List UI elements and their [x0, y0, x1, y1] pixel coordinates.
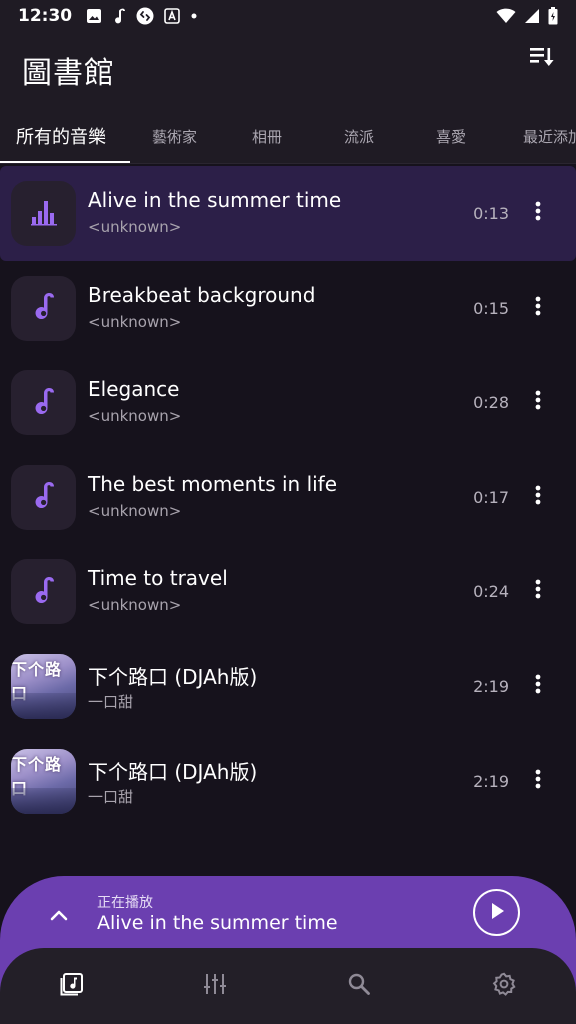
sort-icon: [529, 46, 555, 72]
song-duration: 2:19: [473, 676, 509, 696]
song-artist: 一口甜: [88, 787, 134, 806]
more-vert-icon: [535, 296, 541, 320]
tab-all-music[interactable]: 所有的音樂: [16, 108, 106, 163]
app-bar: 圖書館: [0, 32, 576, 108]
song-title: The best moments in life: [88, 471, 338, 496]
nav-settings[interactable]: [490, 972, 518, 1000]
music-note-icon: [30, 385, 58, 421]
more-options-button[interactable]: [526, 671, 550, 701]
sort-button[interactable]: [526, 44, 558, 74]
song-duration: 0:15: [473, 298, 509, 318]
more-vert-icon: [535, 769, 541, 793]
tab-bar: 所有的音樂 藝術家 相冊 流派 喜愛 最近添加: [0, 108, 576, 164]
shazam-icon: [136, 7, 154, 25]
song-title: Elegance: [88, 377, 180, 402]
library-music-icon: [60, 972, 84, 1000]
music-note-icon: [30, 574, 58, 610]
song-title: Breakbeat background: [88, 282, 316, 307]
tab-favorites[interactable]: 喜愛: [436, 108, 466, 163]
song-row[interactable]: Alive in the summer time <unknown> 0:13: [0, 166, 576, 261]
song-list: Alive in the summer time <unknown> 0:13 …: [0, 166, 576, 828]
dot-icon: [190, 12, 198, 20]
album-art-scene: [11, 787, 76, 814]
more-vert-icon: [535, 390, 541, 414]
song-row[interactable]: Elegance <unknown> 0:28: [0, 355, 576, 450]
song-artist: <unknown>: [88, 218, 182, 236]
more-options-button[interactable]: [526, 198, 550, 228]
tab-indicator: [0, 161, 130, 163]
music-note-icon: [30, 479, 58, 515]
nav-equalizer[interactable]: [201, 972, 229, 1000]
song-thumbnail: [11, 559, 76, 625]
more-options-button[interactable]: [526, 293, 550, 323]
search-icon: [347, 972, 371, 1000]
signal-icon: [524, 8, 540, 24]
status-bar: 12:30: [0, 0, 576, 32]
chevron-up-icon: [50, 906, 68, 925]
song-artist: <unknown>: [88, 596, 182, 615]
song-duration: 0:28: [473, 393, 509, 413]
more-options-button[interactable]: [526, 387, 550, 417]
song-thumbnail: [11, 370, 76, 436]
battery-icon: [548, 7, 558, 25]
song-artist: <unknown>: [88, 407, 182, 426]
system-icons: [496, 7, 558, 25]
tab-genres[interactable]: 流派: [344, 108, 374, 163]
song-row[interactable]: 下个路口 下个路口 (DJAh版) 一口甜 2:19: [0, 639, 576, 734]
song-artist: <unknown>: [88, 312, 182, 331]
tab-artists[interactable]: 藝術家: [152, 108, 197, 163]
more-vert-icon: [535, 579, 541, 603]
album-art-scene: [11, 692, 76, 719]
song-duration: 0:24: [473, 582, 509, 602]
page-title: 圖書館: [22, 56, 115, 91]
song-row[interactable]: 下个路口 下个路口 (DJAh版) 一口甜 2:19: [0, 734, 576, 829]
play-icon: [489, 902, 505, 924]
song-thumbnail: [11, 181, 76, 246]
more-vert-icon: [535, 485, 541, 509]
song-duration: 0:13: [473, 204, 509, 223]
song-title: Alive in the summer time: [88, 188, 342, 212]
song-title: 下个路口 (DJAh版): [88, 759, 258, 784]
music-note-icon: [112, 7, 126, 25]
more-options-button[interactable]: [526, 766, 550, 796]
bottom-navigation: [0, 948, 576, 1024]
music-note-icon: [30, 290, 58, 326]
song-artist: <unknown>: [88, 501, 182, 520]
song-row[interactable]: The best moments in life <unknown> 0:17: [0, 450, 576, 545]
more-vert-icon: [535, 201, 541, 225]
more-vert-icon: [535, 674, 541, 698]
tab-albums[interactable]: 相冊: [252, 108, 282, 163]
song-artist: 一口甜: [88, 692, 134, 711]
song-duration: 2:19: [473, 771, 509, 791]
song-thumbnail: [11, 464, 76, 530]
song-thumbnail: [11, 275, 76, 341]
expand-player-button[interactable]: [44, 900, 74, 930]
play-button[interactable]: [473, 889, 520, 936]
song-row[interactable]: Time to travel <unknown> 0:24: [0, 544, 576, 639]
more-options-button[interactable]: [526, 576, 550, 606]
song-duration: 0:17: [473, 487, 509, 507]
status-time: 12:30: [18, 6, 73, 26]
equalizer-sliders-icon: [203, 972, 227, 1000]
translate-icon: [164, 8, 180, 24]
nav-search[interactable]: [345, 972, 373, 1000]
more-options-button[interactable]: [526, 482, 550, 512]
song-title: 下个路口 (DJAh版): [88, 664, 258, 689]
album-art: 下个路口: [11, 653, 76, 719]
wifi-icon: [496, 8, 516, 24]
tab-recently-added[interactable]: 最近添加: [523, 108, 576, 163]
settings-icon: [492, 972, 516, 1000]
album-art: 下个路口: [11, 748, 76, 814]
song-title: Time to travel: [88, 566, 228, 591]
image-icon: [86, 8, 102, 24]
nav-library[interactable]: [58, 972, 86, 1000]
equalizer-icon: [29, 197, 59, 231]
notification-icons: [86, 7, 198, 25]
song-row[interactable]: Breakbeat background <unknown> 0:15: [0, 261, 576, 356]
now-playing-label: 正在播放: [97, 895, 153, 911]
now-playing-title: Alive in the summer time: [97, 912, 338, 934]
